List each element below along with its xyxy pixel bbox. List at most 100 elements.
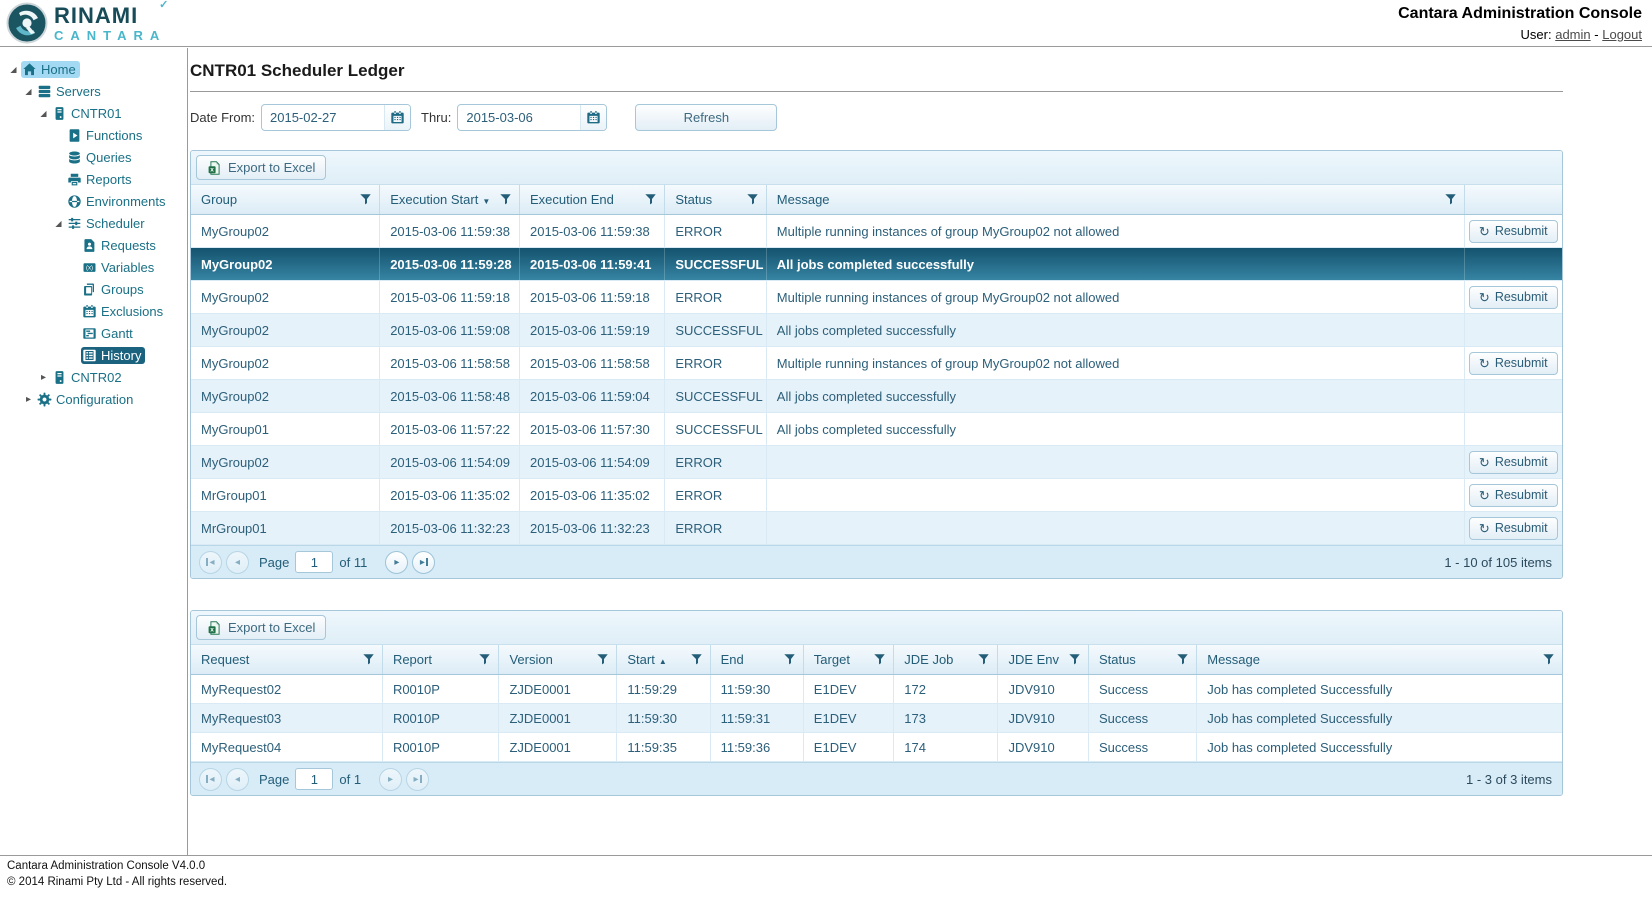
- cell-version: ZJDE0001: [499, 704, 617, 732]
- cell-group: MyGroup02: [191, 215, 380, 247]
- filter-icon[interactable]: [873, 653, 886, 666]
- resubmit-button[interactable]: ↻Resubmit: [1469, 220, 1558, 243]
- actions-cell: [1465, 413, 1562, 445]
- sidebar-item-cntr01[interactable]: ◢CNTR01: [0, 102, 187, 124]
- user-admin-link[interactable]: admin: [1555, 27, 1590, 42]
- tree-expand-icon[interactable]: ▸: [21, 394, 36, 405]
- export-to-excel-button[interactable]: x Export to Excel: [196, 155, 326, 180]
- pager-next-button[interactable]: ▸: [379, 768, 402, 791]
- sidebar-item-history[interactable]: History: [0, 344, 187, 366]
- export-to-excel-button[interactable]: x Export to Excel: [196, 615, 326, 640]
- date-from-field: [261, 104, 411, 131]
- table-row[interactable]: MyGroup022015-03-06 11:59:182015-03-06 1…: [191, 281, 1562, 314]
- pager-last-button[interactable]: ▸: [406, 768, 429, 791]
- column-header-execution-start[interactable]: Execution Start▼: [380, 185, 520, 214]
- pager-prev-button[interactable]: ◂: [226, 768, 249, 791]
- sidebar-item-home[interactable]: ◢Home: [0, 58, 187, 80]
- tree-collapse-icon[interactable]: ◢: [21, 87, 36, 96]
- sidebar-item-variables[interactable]: (x)Variables: [0, 256, 187, 278]
- resubmit-button[interactable]: ↻Resubmit: [1469, 517, 1558, 540]
- sidebar-item-scheduler[interactable]: ◢Scheduler: [0, 212, 187, 234]
- column-header-target[interactable]: Target: [804, 645, 894, 674]
- table-row[interactable]: MyGroup012015-03-06 11:57:222015-03-06 1…: [191, 413, 1562, 446]
- filter-icon[interactable]: [499, 193, 512, 206]
- tree-collapse-icon[interactable]: ◢: [51, 219, 66, 228]
- table-row[interactable]: MyGroup022015-03-06 11:58:582015-03-06 1…: [191, 347, 1562, 380]
- sidebar-item-functions[interactable]: Functions: [0, 124, 187, 146]
- filter-icon[interactable]: [1068, 653, 1081, 666]
- filter-icon[interactable]: [596, 653, 609, 666]
- table-row[interactable]: MyGroup022015-03-06 11:59:282015-03-06 1…: [191, 248, 1562, 281]
- page-input[interactable]: [295, 551, 333, 573]
- sidebar-item-cntr02[interactable]: ▸CNTR02: [0, 366, 187, 388]
- table-row[interactable]: MyRequest03R0010PZJDE000111:59:3011:59:3…: [191, 704, 1562, 733]
- sidebar-item-configuration[interactable]: ▸Configuration: [0, 388, 187, 410]
- sidebar-item-servers[interactable]: ◢Servers: [0, 80, 187, 102]
- cell-message: Job has completed Successfully: [1197, 733, 1562, 761]
- pager-first-button[interactable]: ◂: [199, 768, 222, 791]
- column-header-message[interactable]: Message: [767, 185, 1465, 214]
- table-row[interactable]: MrGroup012015-03-06 11:35:022015-03-06 1…: [191, 479, 1562, 512]
- page-input[interactable]: [295, 768, 333, 790]
- date-thru-input[interactable]: [458, 110, 580, 125]
- table-row[interactable]: MyRequest04R0010PZJDE000111:59:3511:59:3…: [191, 733, 1562, 762]
- filter-icon[interactable]: [362, 653, 375, 666]
- column-header-version[interactable]: Version: [499, 645, 617, 674]
- column-header-message[interactable]: Message: [1197, 645, 1562, 674]
- pager-last-button[interactable]: ▸: [412, 551, 435, 574]
- resubmit-label: Resubmit: [1495, 488, 1548, 502]
- column-header-jde-job[interactable]: JDE Job: [894, 645, 998, 674]
- filter-icon[interactable]: [783, 653, 796, 666]
- table-row[interactable]: MyGroup022015-03-06 11:58:482015-03-06 1…: [191, 380, 1562, 413]
- sidebar-item-gantt[interactable]: Gantt: [0, 322, 187, 344]
- table-row[interactable]: MyGroup022015-03-06 11:54:092015-03-06 1…: [191, 446, 1562, 479]
- table-row[interactable]: MyRequest02R0010PZJDE000111:59:2911:59:3…: [191, 675, 1562, 704]
- sidebar-item-requests[interactable]: Requests: [0, 234, 187, 256]
- sidebar-item-groups[interactable]: Groups: [0, 278, 187, 300]
- date-thru-picker-button[interactable]: [580, 105, 606, 130]
- filter-icon[interactable]: [644, 193, 657, 206]
- resubmit-button[interactable]: ↻Resubmit: [1469, 484, 1558, 507]
- filter-icon[interactable]: [977, 653, 990, 666]
- seek-last-icon: [420, 775, 422, 783]
- filter-icon[interactable]: [359, 193, 372, 206]
- column-header-report[interactable]: Report: [383, 645, 500, 674]
- title-divider: [190, 91, 1563, 92]
- tree-expand-icon[interactable]: ▸: [36, 372, 51, 383]
- date-from-input[interactable]: [262, 110, 384, 125]
- pager-prev-button[interactable]: ◂: [226, 551, 249, 574]
- refresh-button[interactable]: Refresh: [635, 104, 777, 131]
- filter-icon[interactable]: [1176, 653, 1189, 666]
- sidebar-item-environments[interactable]: Environments: [0, 190, 187, 212]
- logout-link[interactable]: Logout: [1602, 27, 1642, 42]
- tree-collapse-icon[interactable]: ◢: [6, 65, 21, 74]
- filter-icon[interactable]: [1542, 653, 1555, 666]
- pager-first-button[interactable]: ◂: [199, 551, 222, 574]
- resubmit-button[interactable]: ↻Resubmit: [1469, 286, 1558, 309]
- column-header-end[interactable]: End: [711, 645, 804, 674]
- table-row[interactable]: MyGroup022015-03-06 11:59:382015-03-06 1…: [191, 215, 1562, 248]
- page-title: CNTR01 Scheduler Ledger: [190, 61, 1563, 81]
- filter-icon[interactable]: [690, 653, 703, 666]
- sidebar-item-queries[interactable]: Queries: [0, 146, 187, 168]
- column-header-status[interactable]: Status: [665, 185, 766, 214]
- column-header-request[interactable]: Request: [191, 645, 383, 674]
- date-from-picker-button[interactable]: [384, 105, 410, 130]
- column-header-status[interactable]: Status: [1089, 645, 1197, 674]
- table-row[interactable]: MrGroup012015-03-06 11:32:232015-03-06 1…: [191, 512, 1562, 545]
- table-row[interactable]: MyGroup022015-03-06 11:59:082015-03-06 1…: [191, 314, 1562, 347]
- sidebar-item-reports[interactable]: Reports: [0, 168, 187, 190]
- resubmit-button[interactable]: ↻Resubmit: [1469, 352, 1558, 375]
- resubmit-button[interactable]: ↻Resubmit: [1469, 451, 1558, 474]
- filter-icon[interactable]: [478, 653, 491, 666]
- column-header-start[interactable]: Start▲: [617, 645, 710, 674]
- pager-next-button[interactable]: ▸: [385, 551, 408, 574]
- column-header-group[interactable]: Group: [191, 185, 380, 214]
- column-header-jde-env[interactable]: JDE Env: [998, 645, 1088, 674]
- sidebar-item-exclusions[interactable]: Exclusions: [0, 300, 187, 322]
- top-header: RINAMI✓ CANTARA Cantara Administration C…: [0, 0, 1652, 47]
- filter-icon[interactable]: [1444, 193, 1457, 206]
- column-header-execution-end[interactable]: Execution End: [520, 185, 665, 214]
- tree-collapse-icon[interactable]: ◢: [36, 109, 51, 118]
- filter-icon[interactable]: [746, 193, 759, 206]
